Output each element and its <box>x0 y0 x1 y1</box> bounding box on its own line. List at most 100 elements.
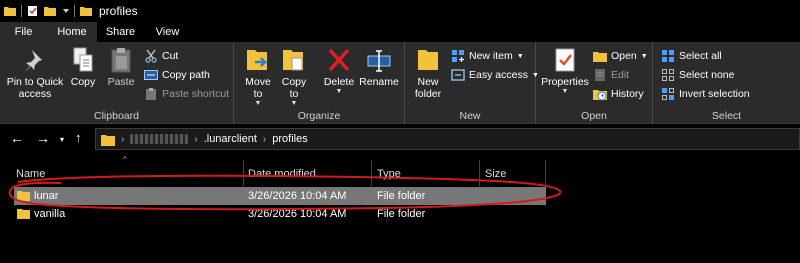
history-button[interactable]: History <box>593 85 644 103</box>
copy-icon <box>73 47 93 72</box>
window-title: profiles <box>99 4 138 18</box>
edit-button[interactable]: Edit <box>593 66 629 84</box>
chevron-down-icon: ▼ <box>335 88 343 95</box>
table-row[interactable]: vanilla 3/26/2026 10:04 AM File folder <box>14 205 546 223</box>
rename-button[interactable]: Rename <box>359 46 399 88</box>
copy-to-button[interactable]: Copy to ▼ <box>278 46 310 108</box>
new-group-label: New <box>459 110 481 122</box>
file-name: vanilla <box>34 208 66 220</box>
invert-selection-button[interactable]: Invert selection <box>661 85 750 103</box>
history-icon <box>593 90 607 101</box>
delete-button[interactable]: Delete ▼ <box>321 46 357 96</box>
chevron-down-icon: ▼ <box>290 100 298 107</box>
new-item-button[interactable]: New item ▼ <box>451 47 524 65</box>
copy-path-icon <box>144 70 158 80</box>
file-type: File folder <box>377 208 426 220</box>
properties-icon[interactable] <box>27 5 39 17</box>
move-to-button[interactable]: Move to ▼ <box>242 46 274 108</box>
back-arrow-icon[interactable]: ← <box>10 130 24 146</box>
select-group-label: Select <box>711 110 742 122</box>
column-header-name[interactable]: Name <box>16 161 241 187</box>
tab-home[interactable]: Home <box>47 22 97 42</box>
column-header-type[interactable]: Type <box>377 161 477 187</box>
new-item-icon <box>452 50 464 62</box>
select-all-icon <box>662 50 674 62</box>
breadcrumb-separator-icon[interactable]: › <box>194 134 197 145</box>
scissors-icon <box>145 49 157 63</box>
organize-group: Move to ▼ Copy to ▼ Delete ▼ Rename Orga… <box>234 42 405 124</box>
move-to-icon <box>247 50 268 70</box>
column-header-date-modified[interactable]: Date modified <box>248 161 368 187</box>
paste-shortcut-icon <box>146 88 156 100</box>
folder-icon <box>17 191 30 201</box>
cut-button[interactable]: Cut <box>144 47 178 65</box>
clipboard-group: Pin to Quick access Copy Paste Cut Copy … <box>0 42 234 124</box>
chevron-down-icon: ▼ <box>516 52 524 60</box>
file-list: ^ Name Date modified Type Size lunar 3/2… <box>0 154 800 263</box>
ribbon: Pin to Quick access Copy Paste Cut Copy … <box>0 42 800 124</box>
chevron-down-icon: ▼ <box>640 52 648 60</box>
easy-access-icon <box>451 69 465 81</box>
properties-icon <box>555 48 575 72</box>
column-divider[interactable] <box>243 160 244 186</box>
ribbon-tabs: File Home Share View <box>0 22 800 42</box>
select-group: Select all Select none Invert selection … <box>653 42 800 124</box>
paste-shortcut-button[interactable]: Paste shortcut <box>144 85 229 103</box>
properties-button[interactable]: Properties ▼ <box>540 46 590 96</box>
folder-icon <box>17 209 30 219</box>
rename-icon <box>367 50 391 72</box>
column-header-size[interactable]: Size <box>485 161 545 187</box>
clipboard-icon <box>111 48 131 73</box>
pin-icon <box>25 50 42 72</box>
open-group-label: Open <box>581 110 607 122</box>
breadcrumb-separator-icon[interactable]: › <box>263 134 266 145</box>
column-divider[interactable] <box>545 160 546 186</box>
open-button[interactable]: Open ▼ <box>593 47 648 65</box>
select-all-button[interactable]: Select all <box>661 47 722 65</box>
tab-share[interactable]: Share <box>97 22 144 42</box>
file-date: 3/26/2026 10:04 AM <box>248 208 347 220</box>
file-name: lunar <box>34 190 59 202</box>
forward-arrow-icon[interactable]: → <box>36 130 50 146</box>
open-icon <box>593 52 607 62</box>
easy-access-button[interactable]: Easy access ▼ <box>451 66 539 84</box>
organize-group-label: Organize <box>297 110 341 122</box>
folder-icon <box>80 7 92 16</box>
edit-icon <box>595 69 605 81</box>
open-group: Properties ▼ Open ▼ Edit History Open <box>536 42 653 124</box>
column-divider[interactable] <box>371 160 372 186</box>
new-folder-button[interactable]: New folder <box>411 46 445 100</box>
chevron-down-icon: ▼ <box>561 88 569 95</box>
chevron-down-icon[interactable]: ▾ <box>60 132 64 148</box>
breadcrumb-separator-icon[interactable]: › <box>121 134 124 145</box>
column-divider[interactable] <box>479 160 480 186</box>
invert-selection-icon <box>662 88 674 100</box>
copy-to-icon <box>283 50 303 71</box>
redacted-crumb <box>130 134 189 144</box>
copy-button[interactable]: Copy <box>68 46 98 88</box>
chevron-down-icon[interactable] <box>63 9 69 13</box>
paste-button[interactable]: Paste <box>104 46 138 88</box>
table-row[interactable]: lunar 3/26/2026 10:04 AM File folder <box>14 187 546 205</box>
delete-icon <box>328 48 350 72</box>
pin-to-quick-access-button[interactable]: Pin to Quick access <box>6 46 64 100</box>
tab-view[interactable]: View <box>144 22 191 42</box>
divider <box>74 5 75 17</box>
folder-icon <box>101 134 115 146</box>
copy-path-button[interactable]: Copy path <box>144 66 210 84</box>
folder-icon <box>4 7 16 16</box>
up-arrow-icon[interactable]: ↑ <box>75 130 82 146</box>
tab-file[interactable]: File <box>0 22 47 42</box>
select-none-icon <box>662 69 674 81</box>
new-folder-icon <box>418 50 438 70</box>
title-bar: profiles <box>0 0 800 22</box>
select-none-button[interactable]: Select none <box>661 66 734 84</box>
breadcrumb-profiles[interactable]: profiles <box>272 133 307 145</box>
chevron-down-icon: ▼ <box>254 100 262 107</box>
new-group: New folder New item ▼ Easy access ▼ New <box>405 42 539 124</box>
address-bar[interactable]: › › .lunarclient › profiles <box>95 128 800 150</box>
file-type: File folder <box>377 190 426 202</box>
navigation-bar: ← → ▾ ↑ › › .lunarclient › profiles <box>0 124 800 154</box>
new-folder-icon[interactable] <box>44 5 56 17</box>
breadcrumb-lunarclient[interactable]: .lunarclient <box>204 133 257 145</box>
